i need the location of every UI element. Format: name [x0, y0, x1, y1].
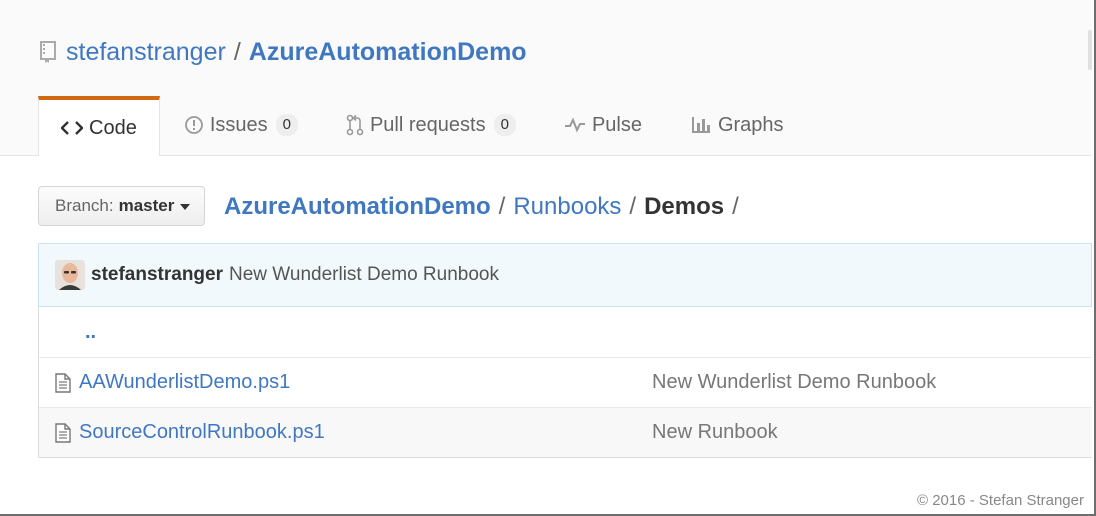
- repo-header: stefanstranger / AzureAutomationDemo Cod…: [0, 0, 1092, 156]
- branch-select-button[interactable]: Branch: master: [38, 186, 205, 226]
- tab-pull-requests-label: Pull requests: [369, 113, 486, 136]
- issues-counter: 0: [275, 114, 298, 136]
- parent-directory-row[interactable]: ..: [39, 307, 1092, 357]
- pull-requests-counter: 0: [493, 114, 516, 136]
- code-icon: [61, 120, 83, 136]
- scrollbar-thumb[interactable]: [1088, 30, 1092, 70]
- branch-prefix: Branch:: [55, 196, 114, 215]
- file-list: .. AAWunderlistDemo.ps1 New Wunderlist D…: [38, 307, 1092, 458]
- breadcrumb-separator: /: [498, 193, 506, 220]
- commit-author-link[interactable]: stefanstranger: [91, 264, 223, 286]
- tab-graphs[interactable]: Graphs: [666, 96, 808, 154]
- breadcrumb-separator: /: [732, 193, 739, 220]
- repo-owner-link[interactable]: stefanstranger: [66, 38, 226, 67]
- file-commit-message-link[interactable]: New Wunderlist Demo Runbook: [652, 371, 936, 394]
- tab-issues-label: Issues: [209, 113, 268, 136]
- breadcrumb: AzureAutomationDemo / Runbooks / Demos /: [224, 192, 747, 222]
- file-name-link[interactable]: SourceControlRunbook.ps1: [79, 421, 649, 444]
- breadcrumb-current: Demos: [644, 193, 725, 220]
- tab-pulse-label: Pulse: [591, 113, 642, 136]
- issue-opened-icon: [184, 115, 204, 135]
- repo-separator: /: [233, 37, 241, 66]
- chevron-down-icon: [180, 204, 191, 210]
- commit-message-link[interactable]: New Wunderlist Demo Runbook: [229, 264, 499, 286]
- branch-name: master: [118, 196, 175, 215]
- tab-code[interactable]: Code: [38, 96, 160, 156]
- repo-icon: [38, 40, 58, 64]
- breadcrumb-separator: /: [629, 193, 637, 220]
- parent-directory-link[interactable]: ..: [85, 321, 96, 344]
- graph-icon: [690, 115, 712, 135]
- tab-code-label: Code: [89, 116, 137, 139]
- file-text-icon: [55, 372, 71, 393]
- copyright-watermark: © 2016 - Stefan Stranger: [917, 492, 1084, 509]
- file-row[interactable]: SourceControlRunbook.ps1 New Runbook: [39, 407, 1092, 457]
- repo-name-link[interactable]: AzureAutomationDemo: [249, 38, 527, 67]
- breadcrumb-repo-link[interactable]: AzureAutomationDemo: [224, 193, 491, 221]
- tab-pull-requests[interactable]: Pull requests 0: [322, 96, 540, 154]
- repo-nav-tabs: Code Issues 0 Pull requests 0 Pulse Grap…: [38, 96, 808, 156]
- file-row[interactable]: AAWunderlistDemo.ps1 New Wunderlist Demo…: [39, 357, 1092, 407]
- avatar[interactable]: [55, 260, 85, 290]
- file-text-icon: [55, 422, 71, 443]
- tab-graphs-label: Graphs: [717, 113, 784, 136]
- latest-commit-bar: stefanstranger New Wunderlist Demo Runbo…: [38, 243, 1092, 307]
- pulse-icon: [564, 117, 586, 133]
- git-pull-request-icon: [346, 114, 364, 136]
- tab-issues[interactable]: Issues 0: [160, 96, 322, 154]
- repo-title: stefanstranger / AzureAutomationDemo: [38, 36, 527, 68]
- file-name-link[interactable]: AAWunderlistDemo.ps1: [79, 371, 649, 394]
- tab-pulse[interactable]: Pulse: [540, 96, 666, 154]
- breadcrumb-runbooks-link[interactable]: Runbooks: [513, 193, 621, 221]
- file-commit-message-link[interactable]: New Runbook: [652, 421, 778, 444]
